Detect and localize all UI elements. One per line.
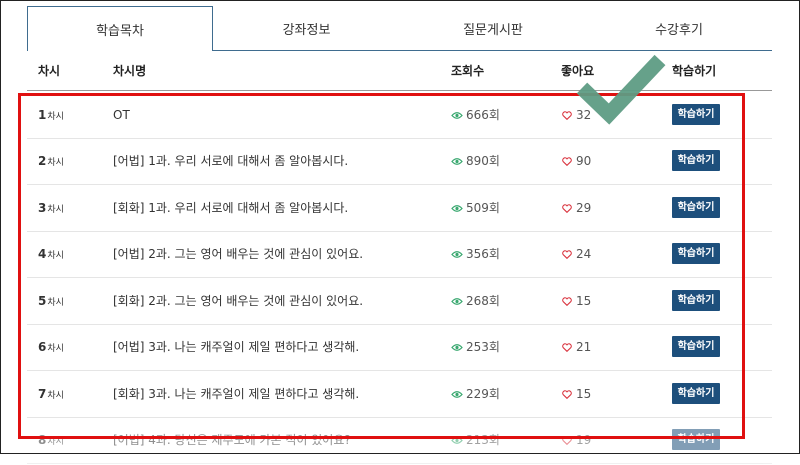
views-suffix: 회 [488, 154, 500, 168]
session-title[interactable]: [어법] 2과. 그는 영어 배우는 것에 관심이 있어요. [113, 231, 363, 277]
study-button[interactable]: 학습하기 [672, 429, 720, 450]
eye-icon [451, 437, 463, 444]
table-row: 6차시 [어법] 3과. 나는 캐주얼이 제일 편하다고 생각해. 253회 2… [27, 324, 772, 371]
like-count: 32 [562, 92, 591, 138]
session-suffix: 차시 [47, 437, 64, 447]
session-number: 6차시 [38, 340, 64, 354]
heart-icon[interactable] [562, 343, 572, 352]
view-count: 253회 [451, 324, 500, 370]
table-row: 4차시 [어법] 2과. 그는 영어 배우는 것에 관심이 있어요. 356회 … [27, 231, 772, 278]
table-row: 3차시 [회화] 1과. 우리 서로에 대해서 좀 알아봅시다. 509회 29… [27, 185, 772, 232]
views-suffix: 회 [488, 340, 500, 354]
tab-course-info[interactable]: 강좌정보 [213, 6, 400, 51]
views-suffix: 회 [488, 108, 500, 122]
header-action: 학습하기 [672, 64, 717, 78]
header-likes: 좋아요 [561, 64, 595, 78]
views-suffix: 회 [488, 201, 500, 215]
views-suffix: 회 [488, 387, 500, 401]
session-number: 4차시 [38, 247, 64, 261]
session-title[interactable]: [회화] 3과. 나는 캐주얼이 제일 편하다고 생각해. [113, 371, 359, 417]
heart-icon[interactable] [562, 250, 572, 259]
view-count: 229회 [451, 371, 500, 417]
like-count: 24 [562, 231, 591, 277]
view-count: 268회 [451, 278, 500, 324]
session-suffix: 차시 [47, 298, 64, 308]
like-count: 15 [562, 278, 591, 324]
study-button[interactable]: 학습하기 [672, 336, 720, 357]
session-title[interactable]: [어법] 3과. 나는 캐주얼이 제일 편하다고 생각해. [113, 324, 359, 370]
like-count: 19 [562, 417, 591, 463]
view-count: 890회 [451, 138, 500, 184]
table-row: 7차시 [회화] 3과. 나는 캐주얼이 제일 편하다고 생각해. 229회 1… [27, 371, 772, 418]
session-number: 1차시 [38, 108, 64, 122]
table-row: 8차시 [어법] 4과. 당신은 제주도에 가본 적이 있어요? 213회 19… [27, 417, 772, 464]
tab-qna-board[interactable]: 질문게시판 [400, 6, 586, 51]
study-button[interactable]: 학습하기 [672, 150, 720, 171]
table-header: 차시 차시명 조회수 좋아요 학습하기 [27, 52, 772, 91]
session-number: 5차시 [38, 294, 64, 308]
heart-icon[interactable] [562, 204, 572, 213]
views-suffix: 회 [488, 433, 500, 447]
heart-icon[interactable] [562, 157, 572, 166]
session-number: 3차시 [38, 201, 64, 215]
views-suffix: 회 [488, 247, 500, 261]
tab-study-contents[interactable]: 학습목차 [27, 6, 213, 51]
header-num: 차시 [38, 64, 61, 78]
table-row: 2차시 [어법] 1과. 우리 서로에 대해서 좀 알아봅시다. 890회 90… [27, 138, 772, 185]
view-count: 509회 [451, 185, 500, 231]
eye-icon [451, 112, 463, 119]
session-title[interactable]: [회화] 1과. 우리 서로에 대해서 좀 알아봅시다. [113, 185, 348, 231]
session-title[interactable]: OT [113, 92, 130, 138]
view-count: 666회 [451, 92, 500, 138]
like-count: 29 [562, 185, 591, 231]
tab-bar: 학습목차 강좌정보 질문게시판 수강후기 [27, 6, 772, 51]
header-views: 조회수 [451, 64, 485, 78]
eye-icon [451, 205, 463, 212]
view-count: 356회 [451, 231, 500, 277]
view-count: 213회 [451, 417, 500, 463]
header-title: 차시명 [113, 64, 147, 78]
session-title[interactable]: [회화] 2과. 그는 영어 배우는 것에 관심이 있어요. [113, 278, 363, 324]
study-button[interactable]: 학습하기 [672, 197, 720, 218]
eye-icon [451, 251, 463, 258]
session-number: 2차시 [38, 154, 64, 168]
views-suffix: 회 [488, 294, 500, 308]
tab-reviews[interactable]: 수강후기 [586, 6, 772, 51]
table-row: 5차시 [회화] 2과. 그는 영어 배우는 것에 관심이 있어요. 268회 … [27, 278, 772, 325]
session-title[interactable]: [어법] 1과. 우리 서로에 대해서 좀 알아봅시다. [113, 138, 348, 184]
table-row: 1차시 OT 666회 32 학습하기 [27, 92, 772, 139]
session-suffix: 차시 [47, 112, 64, 122]
session-suffix: 차시 [47, 251, 64, 261]
session-number: 8차시 [38, 433, 64, 447]
study-button[interactable]: 학습하기 [672, 383, 720, 404]
session-suffix: 차시 [47, 391, 64, 401]
eye-icon [451, 298, 463, 305]
study-button[interactable]: 학습하기 [672, 104, 720, 125]
session-suffix: 차시 [47, 158, 64, 168]
like-count: 15 [562, 371, 591, 417]
heart-icon[interactable] [562, 111, 572, 120]
heart-icon[interactable] [562, 297, 572, 306]
study-button[interactable]: 학습하기 [672, 243, 720, 264]
session-number: 7차시 [38, 387, 64, 401]
eye-icon [451, 158, 463, 165]
eye-icon [451, 344, 463, 351]
heart-icon[interactable] [562, 390, 572, 399]
eye-icon [451, 391, 463, 398]
session-suffix: 차시 [47, 205, 64, 215]
session-suffix: 차시 [47, 344, 64, 354]
like-count: 90 [562, 138, 591, 184]
study-button[interactable]: 학습하기 [672, 290, 720, 311]
session-title[interactable]: [어법] 4과. 당신은 제주도에 가본 적이 있어요? [113, 417, 351, 463]
like-count: 21 [562, 324, 591, 370]
heart-icon[interactable] [562, 436, 572, 445]
